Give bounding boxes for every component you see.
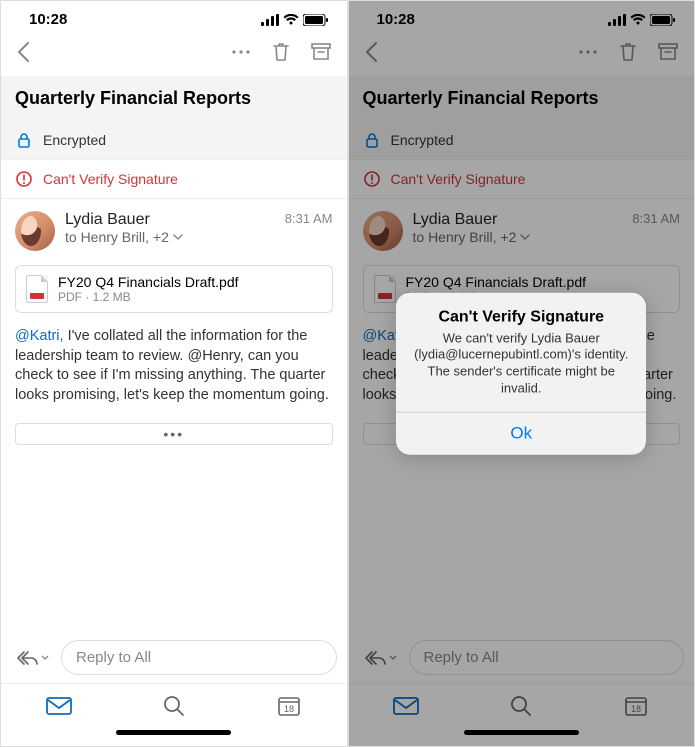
chevron-down-icon [41,655,49,660]
reply-all-icon [363,650,387,666]
status-bar: 10:28 [349,1,695,32]
sender-name[interactable]: Lydia Bauer [413,211,531,229]
svg-text:18: 18 [284,704,294,714]
pdf-icon [26,275,48,303]
more-button[interactable] [572,36,604,68]
reply-bar: Reply to All [1,632,347,683]
message-time: 8:31 AM [632,211,680,226]
status-indicators [608,14,676,26]
tab-search[interactable] [160,694,188,718]
home-indicator[interactable] [349,726,695,746]
trash-icon [618,41,638,63]
attachment[interactable]: FY20 Q4 Financials Draft.pdf PDF · 1.2 M… [15,265,333,313]
recipients[interactable]: to Henry Brill, +2 [65,229,183,245]
alert-ok-button[interactable]: Ok [396,412,646,455]
more-icon [231,49,251,55]
calendar-icon: 18 [624,695,648,717]
avatar[interactable] [15,211,55,251]
back-button[interactable] [355,36,387,68]
signature-error-label: Can't Verify Signature [43,171,178,187]
tab-calendar[interactable]: 18 [622,694,650,718]
chevron-left-icon [16,41,30,63]
reply-all-icon [15,650,39,666]
lock-icon [363,131,381,149]
search-icon [510,695,532,717]
pdf-icon [374,275,396,303]
chevron-down-icon [389,655,397,660]
back-button[interactable] [7,36,39,68]
status-time: 10:28 [377,11,415,28]
tab-mail[interactable] [392,694,420,718]
battery-icon [303,14,329,26]
tab-calendar[interactable]: 18 [275,694,303,718]
encrypted-banner[interactable]: Encrypted [349,121,695,160]
mail-icon [46,697,72,715]
alert-title: Can't Verify Signature [396,292,646,330]
wifi-icon [630,14,646,26]
tab-mail[interactable] [45,694,73,718]
archive-icon [310,42,332,62]
mail-icon [393,697,419,715]
signature-error-label: Can't Verify Signature [391,171,526,187]
attachment-name: FY20 Q4 Financials Draft.pdf [58,274,239,290]
reply-input[interactable]: Reply to All [61,640,337,675]
lock-icon [15,131,33,149]
home-indicator[interactable] [1,726,347,746]
expand-quoted-button[interactable]: ••• [15,423,333,445]
chevron-down-icon [520,234,530,240]
signature-error-banner[interactable]: Can't Verify Signature [349,160,695,199]
attachment-meta: PDF · 1.2 MB [58,290,239,304]
nav-bar [1,32,347,76]
reply-bar: Reply to All [349,632,695,683]
email-subject: Quarterly Financial Reports [349,76,695,121]
alert-message: We can't verify Lydia Bauer (lydia@lucer… [396,330,646,412]
signal-icon [608,14,626,26]
tab-search[interactable] [507,694,535,718]
message-time: 8:31 AM [285,211,333,226]
wifi-icon [283,14,299,26]
chevron-down-icon [173,234,183,240]
recipients[interactable]: to Henry Brill, +2 [413,229,531,245]
encrypted-label: Encrypted [391,132,454,148]
tab-bar: 18 [1,683,347,726]
encrypted-label: Encrypted [43,132,106,148]
avatar[interactable] [363,211,403,251]
status-time: 10:28 [29,11,67,28]
status-indicators [261,14,329,26]
signal-icon [261,14,279,26]
alert-icon [363,170,381,188]
archive-icon [657,42,679,62]
tab-bar: 18 [349,683,695,726]
delete-button[interactable] [612,36,644,68]
status-bar: 10:28 [1,1,347,32]
nav-bar [349,32,695,76]
sender-name[interactable]: Lydia Bauer [65,211,183,229]
attachment-name: FY20 Q4 Financials Draft.pdf [406,274,587,290]
calendar-icon: 18 [277,695,301,717]
email-subject: Quarterly Financial Reports [1,76,347,121]
signature-error-banner[interactable]: Can't Verify Signature [1,160,347,199]
message-header: Lydia Bauer to Henry Brill, +2 8:31 AM [349,199,695,259]
delete-button[interactable] [265,36,297,68]
chevron-left-icon [364,41,378,63]
mention[interactable]: @Katri, [15,328,64,344]
message-header: Lydia Bauer to Henry Brill, +2 8:31 AM [1,199,347,259]
battery-icon [650,14,676,26]
svg-text:18: 18 [631,704,641,714]
reply-all-button[interactable] [11,646,53,670]
archive-button[interactable] [305,36,337,68]
trash-icon [271,41,291,63]
more-button[interactable] [225,36,257,68]
search-icon [163,695,185,717]
archive-button[interactable] [652,36,684,68]
reply-all-button[interactable] [359,646,401,670]
more-icon [578,49,598,55]
encrypted-banner[interactable]: Encrypted [1,121,347,160]
alert-icon [15,170,33,188]
message-body: @Katri, I've collated all the informatio… [1,319,347,413]
alert-dialog: Can't Verify Signature We can't verify L… [396,292,646,455]
reply-input[interactable]: Reply to All [409,640,685,675]
